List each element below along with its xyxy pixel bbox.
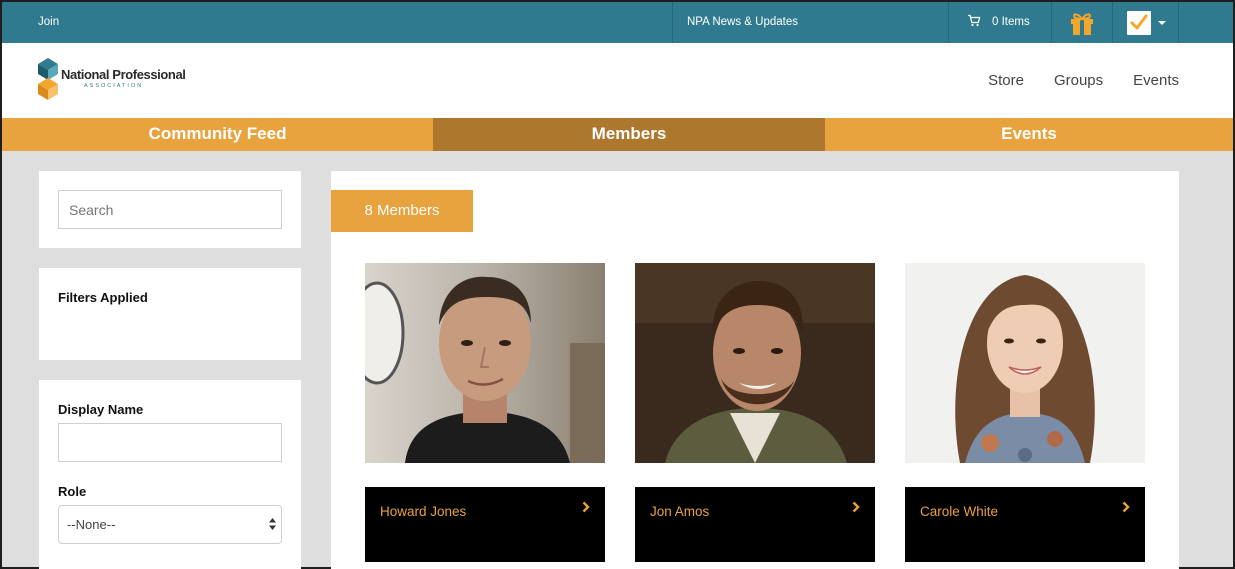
member-card[interactable]: Jon Amos — [635, 263, 875, 562]
member-name-bar[interactable]: Carole White — [905, 487, 1145, 562]
chevron-right-icon — [1122, 501, 1130, 513]
chevron-right-icon — [582, 501, 590, 513]
nav-events[interactable]: Events — [1133, 72, 1179, 89]
nav-store[interactable]: Store — [988, 72, 1024, 89]
cart-icon — [967, 14, 981, 30]
tab-community-feed[interactable]: Community Feed — [2, 118, 433, 151]
member-name-bar[interactable]: Jon Amos — [635, 487, 875, 562]
member-name-bar[interactable]: Howard Jones — [365, 487, 605, 562]
rewards-button[interactable] — [1051, 2, 1112, 43]
avatar — [1127, 11, 1151, 35]
chevron-right-icon — [852, 501, 860, 513]
cart-item-count: 0 Items — [992, 16, 1030, 28]
role-select[interactable]: --None-- — [58, 505, 282, 544]
checkmark-icon — [1130, 14, 1148, 30]
site-header: National Professional ASSOCIATION Store … — [2, 43, 1233, 118]
top-utility-bar: Join NPA News & Updates 0 Items — [2, 2, 1233, 43]
role-selected-value: --None-- — [67, 517, 116, 532]
news-updates-link[interactable]: NPA News & Updates — [672, 2, 948, 43]
member-photo[interactable] — [635, 263, 875, 463]
chevron-down-icon — [1158, 21, 1166, 25]
nav-groups[interactable]: Groups — [1054, 72, 1103, 89]
brand-logo[interactable] — [38, 58, 58, 105]
filter-form-card: Display Name Role --None-- — [39, 380, 301, 569]
search-input[interactable] — [58, 190, 282, 229]
member-photo[interactable] — [905, 263, 1145, 463]
main-nav: Store Groups Events — [988, 72, 1179, 89]
member-card[interactable]: Carole White — [905, 263, 1145, 562]
member-name: Howard Jones — [380, 504, 467, 519]
member-count-badge: 8 Members — [331, 190, 473, 232]
search-card — [39, 171, 301, 248]
brand-subtitle: ASSOCIATION — [84, 83, 144, 89]
join-link[interactable]: Join — [38, 16, 59, 28]
section-tabs: Community Feed Members Events — [2, 118, 1233, 151]
members-panel: 8 Members Howard Jones Jon Amos Carole W… — [331, 171, 1179, 569]
tab-members[interactable]: Members — [433, 118, 825, 151]
news-updates-label: NPA News & Updates — [687, 16, 799, 28]
filters-applied-card: Filters Applied — [39, 268, 301, 360]
display-name-label: Display Name — [58, 402, 144, 417]
role-label: Role — [58, 484, 87, 499]
tab-events[interactable]: Events — [825, 118, 1233, 151]
member-photo[interactable] — [365, 263, 605, 463]
member-name: Carole White — [920, 504, 999, 519]
display-name-field[interactable] — [58, 423, 282, 462]
member-name: Jon Amos — [650, 504, 710, 519]
member-card[interactable]: Howard Jones — [365, 263, 605, 562]
logo-icon — [38, 58, 58, 100]
cart-button[interactable]: 0 Items — [948, 2, 1051, 43]
brand-name: National Professional — [61, 67, 186, 82]
filters-applied-title: Filters Applied — [58, 290, 148, 305]
profile-menu[interactable] — [1112, 2, 1179, 43]
select-arrows-icon — [269, 518, 276, 530]
